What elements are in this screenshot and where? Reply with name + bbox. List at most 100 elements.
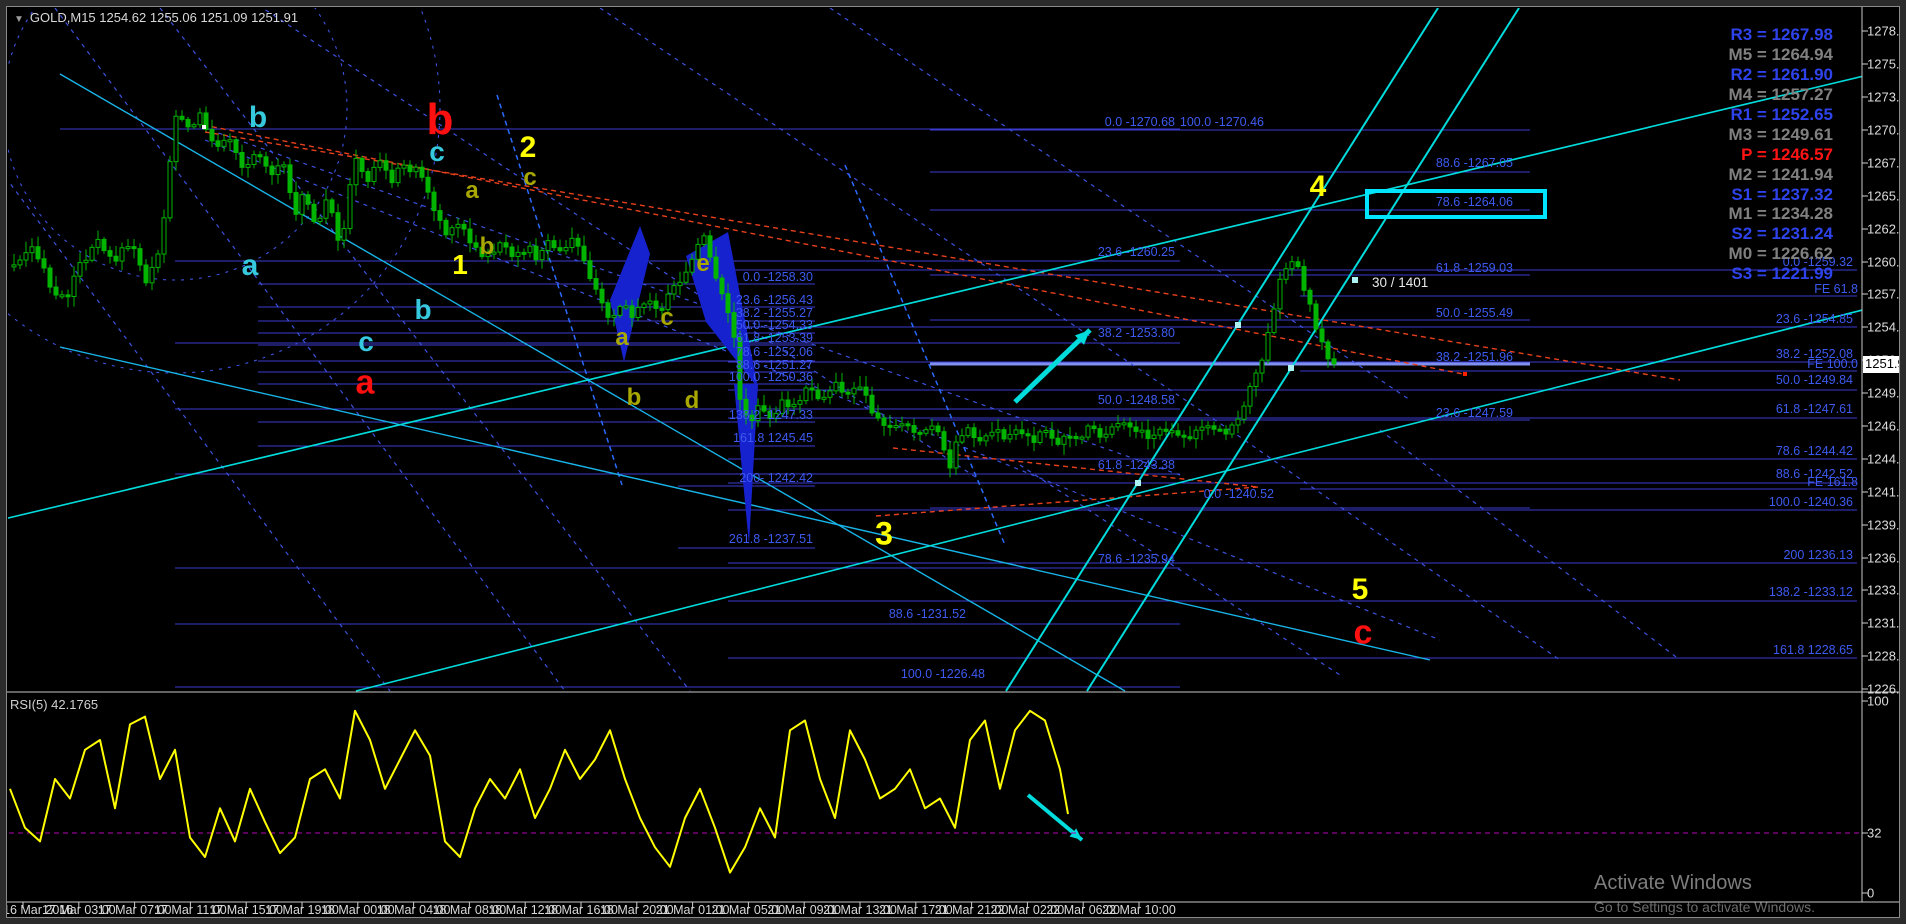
candle-body bbox=[311, 203, 317, 223]
candle-body bbox=[623, 305, 629, 309]
candle-body bbox=[401, 164, 407, 169]
candle-body bbox=[167, 161, 173, 219]
candle-body bbox=[545, 240, 551, 251]
dashed-trendline[interactable] bbox=[0, 170, 391, 692]
candle-body bbox=[65, 294, 71, 298]
fib-level-label: 61.8 -1247.61 bbox=[1775, 402, 1853, 416]
trendline-handle[interactable] bbox=[1288, 365, 1294, 371]
rsi-axis-label: 32 bbox=[1867, 825, 1882, 841]
candle-body bbox=[47, 267, 53, 288]
candle-body bbox=[1043, 430, 1049, 434]
candle-body bbox=[317, 217, 323, 223]
candle-body bbox=[929, 425, 935, 431]
trendline-handle[interactable] bbox=[1135, 480, 1141, 486]
candle-body bbox=[1001, 429, 1007, 440]
candle-body bbox=[227, 139, 233, 143]
candle-body bbox=[41, 258, 47, 269]
rsi-axis-label: 100 bbox=[1867, 693, 1889, 709]
fib-level-label: 0.0 -1240.52 bbox=[1203, 487, 1274, 501]
dashed-trendline[interactable] bbox=[1379, 429, 1681, 661]
candle-body bbox=[1307, 289, 1313, 305]
candle-body bbox=[125, 246, 131, 250]
candle-body bbox=[917, 431, 923, 435]
candle-body bbox=[299, 194, 305, 215]
candle-body bbox=[791, 403, 797, 408]
candle-body bbox=[1019, 429, 1025, 435]
fib-level-label: FE 161.8 bbox=[1807, 475, 1858, 489]
pivot-level-label: R2 = 1261.90 bbox=[1730, 65, 1833, 84]
dashed-trendline[interactable] bbox=[159, 8, 691, 692]
candle-body bbox=[1193, 429, 1199, 440]
candle-body bbox=[677, 281, 683, 287]
wave-label-b: b bbox=[626, 384, 642, 411]
dashed-trendline[interactable] bbox=[599, 8, 1231, 431]
candle-body bbox=[461, 223, 467, 230]
candle-body bbox=[875, 412, 881, 419]
candle-body bbox=[893, 425, 899, 429]
candle-body bbox=[1031, 435, 1037, 443]
candle-body bbox=[941, 431, 947, 451]
candle-body bbox=[179, 115, 185, 120]
candle-body bbox=[425, 176, 431, 193]
fib-level-label: 50.0 -1249.84 bbox=[1775, 373, 1853, 387]
dashed-trendline[interactable] bbox=[1019, 464, 1341, 676]
collapse-triangle-icon[interactable]: ▼ bbox=[14, 14, 24, 25]
candle-body bbox=[95, 238, 101, 248]
candle-body bbox=[575, 237, 581, 247]
candle-body bbox=[1325, 341, 1331, 360]
fib-level-label: 23.6 -1254.85 bbox=[1775, 312, 1853, 326]
trendline-handle[interactable] bbox=[1235, 322, 1241, 328]
candle-body bbox=[647, 300, 653, 305]
pivot-level-label: S1 = 1237.32 bbox=[1731, 185, 1833, 204]
activate-windows-subtext: Go to Settings to activate Windows. bbox=[1594, 899, 1815, 915]
price-axis-label: 1244.36 bbox=[1867, 451, 1906, 467]
trendline-handle[interactable] bbox=[1352, 277, 1358, 283]
candle-body bbox=[11, 264, 17, 268]
candle-body bbox=[1199, 426, 1205, 431]
red-dashed-trendline[interactable] bbox=[202, 124, 1464, 375]
dashed-trendline[interactable] bbox=[54, 8, 566, 692]
candle-body bbox=[1103, 433, 1109, 438]
candle-body bbox=[185, 118, 191, 128]
candle-body bbox=[1319, 328, 1325, 343]
arrow-line[interactable] bbox=[1013, 328, 1092, 404]
chart-canvas[interactable] bbox=[0, 0, 1906, 924]
candle-body bbox=[953, 441, 959, 469]
candle-body bbox=[23, 252, 29, 261]
candle-body bbox=[863, 386, 869, 396]
candle-body bbox=[983, 435, 989, 442]
candle-body bbox=[1187, 436, 1193, 440]
pivot-level-label: M5 = 1264.94 bbox=[1728, 45, 1833, 64]
descending-trendline[interactable] bbox=[59, 73, 1126, 692]
candle-body bbox=[1175, 430, 1181, 436]
price-axis-label: 1231.31 bbox=[1867, 615, 1906, 631]
chart-title: ▼ GOLD,M15 1254.62 1255.06 1251.09 1251.9… bbox=[14, 10, 298, 25]
wave-label-c: c bbox=[429, 136, 445, 167]
fib-level-label: 38.2 -1251.96 bbox=[1435, 350, 1513, 364]
candle-body bbox=[1163, 428, 1169, 432]
fib-level-label: 138.2 -1233.12 bbox=[1768, 585, 1853, 599]
pivot-level-label: M2 = 1241.94 bbox=[1728, 165, 1833, 184]
candle-body bbox=[1055, 437, 1061, 445]
candle-body bbox=[869, 394, 875, 414]
candle-body bbox=[497, 242, 503, 253]
candle-body bbox=[233, 139, 239, 153]
wave-label-b: b bbox=[248, 101, 268, 134]
pivot-level-label: M1 = 1234.28 bbox=[1728, 204, 1833, 223]
candle-body bbox=[1289, 261, 1295, 270]
candle-body bbox=[521, 251, 527, 255]
cyan-trendline[interactable] bbox=[0, 66, 1906, 520]
price-axis-label: 1236.56 bbox=[1867, 550, 1906, 566]
wave-label-d: d bbox=[684, 387, 700, 414]
candle-body bbox=[257, 154, 263, 158]
price-axis-label: 1228.71 bbox=[1867, 648, 1906, 664]
wave-label-5: 5 bbox=[1351, 573, 1369, 606]
wave-label-c: c bbox=[1353, 613, 1373, 652]
candle-body bbox=[1223, 428, 1229, 435]
candle-body bbox=[1235, 418, 1241, 426]
dashed-trendline-bright[interactable] bbox=[844, 164, 1006, 546]
fib-level-label: 100.0 -1240.36 bbox=[1768, 495, 1853, 509]
fib-level-label: 61.8 -1253.39 bbox=[735, 331, 813, 345]
wave-label-a: a bbox=[615, 324, 629, 351]
candle-body bbox=[455, 223, 461, 229]
